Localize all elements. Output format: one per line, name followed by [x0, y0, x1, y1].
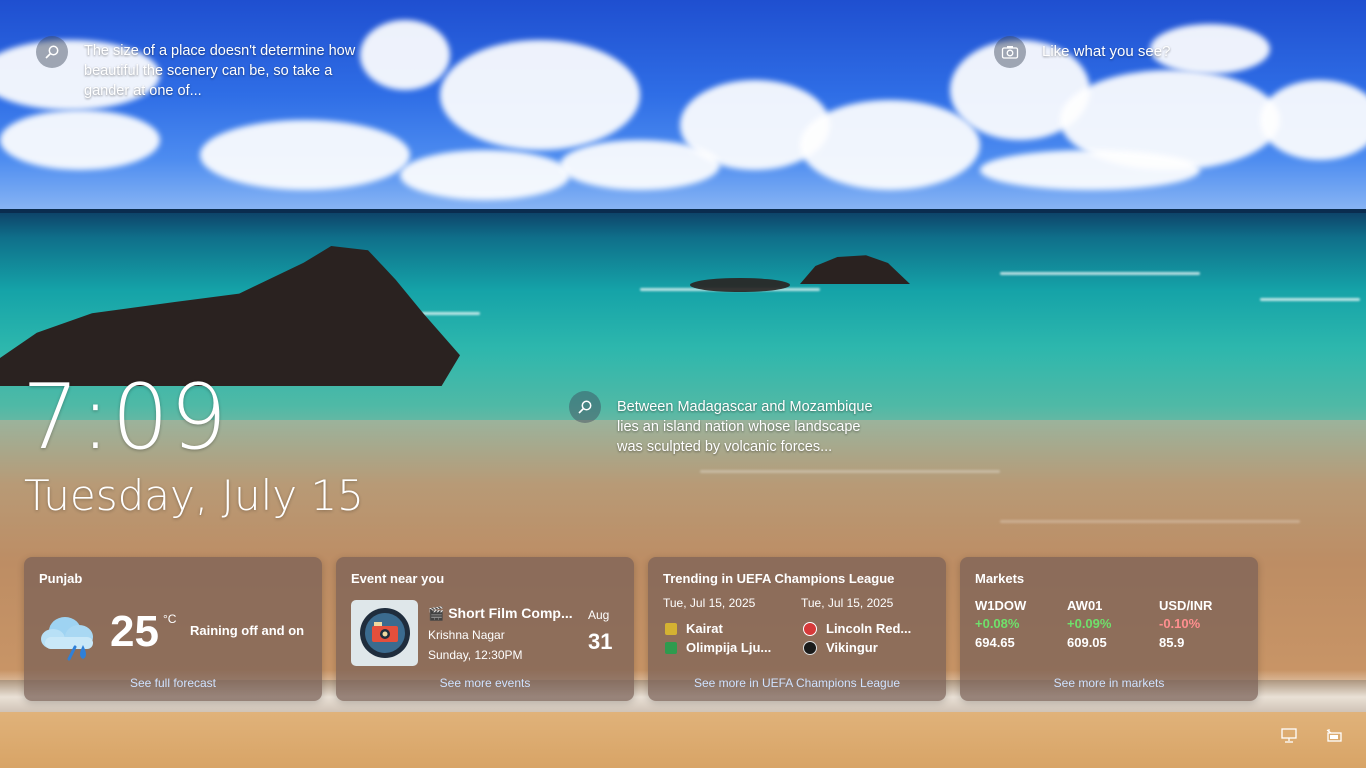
spotlight-tip-2[interactable]: Between Madagascar and Mozambique lies a… — [617, 397, 887, 457]
camera-icon[interactable] — [994, 36, 1026, 68]
market-item[interactable]: USD/INR -0.10% 85.9 — [1159, 597, 1212, 652]
clock-time: 7:09 — [22, 365, 229, 470]
weather-temperature: 25 — [110, 607, 159, 656]
event-time: Sunday, 12:30PM — [428, 648, 523, 662]
market-symbol: W1DOW — [975, 598, 1027, 613]
market-change: +0.08% — [975, 616, 1020, 631]
see-more-uefa-link[interactable]: See more in UEFA Champions League — [648, 676, 946, 690]
team-name: Vikingur — [826, 640, 878, 655]
lincoln-badge-icon — [803, 621, 817, 636]
event-month: Aug — [588, 608, 610, 622]
see-more-events-link[interactable]: See more events — [336, 676, 634, 690]
market-item[interactable]: AW01 +0.09% 609.05 — [1067, 597, 1111, 652]
sports-card-title: Trending in UEFA Champions League — [663, 571, 895, 586]
cloud — [800, 100, 980, 190]
sports-card[interactable]: Trending in UEFA Champions League Tue, J… — [648, 557, 946, 701]
search-icon[interactable] — [569, 391, 601, 423]
event-name-text: Short Film Comp... — [448, 605, 573, 621]
wave — [1000, 272, 1200, 275]
clapperboard-icon: 🎬 — [428, 606, 445, 621]
event-location: Krishna Nagar — [428, 628, 505, 642]
market-item[interactable]: W1DOW +0.08% 694.65 — [975, 597, 1026, 652]
rock — [690, 278, 790, 292]
kairat-badge-icon — [665, 622, 677, 635]
wave — [700, 470, 1000, 473]
cloud — [980, 150, 1200, 190]
clock-date: Tuesday, July 15 — [24, 471, 364, 520]
sand — [0, 712, 1366, 768]
match-date: Tue, Jul 15, 2025 — [801, 596, 894, 610]
market-value: 85.9 — [1159, 635, 1185, 650]
wave — [1000, 520, 1300, 523]
cloud — [440, 40, 640, 150]
olimpija-badge-icon — [665, 641, 677, 654]
event-thumbnail — [351, 600, 418, 666]
spotlight-tip-1[interactable]: The size of a place doesn't determine ho… — [84, 41, 369, 101]
battery-icon[interactable] — [1325, 728, 1343, 744]
markets-card[interactable]: Markets W1DOW +0.08% 694.65 AW01 +0.09% … — [960, 557, 1258, 701]
match-date: Tue, Jul 15, 2025 — [663, 596, 756, 610]
see-full-forecast-link[interactable]: See full forecast — [24, 676, 322, 690]
wave — [1260, 298, 1360, 301]
markets-card-title: Markets — [975, 571, 1025, 586]
cloud — [200, 120, 410, 190]
rain-cloud-icon — [39, 607, 103, 661]
team-name: Lincoln Red... — [826, 621, 912, 636]
cloud — [560, 140, 720, 190]
team-row[interactable]: Kairat — [665, 621, 723, 636]
market-symbol: AW01 — [1067, 598, 1103, 613]
like-what-you-see[interactable]: Like what you see? — [1042, 43, 1170, 60]
team-row[interactable]: Lincoln Red... — [803, 621, 911, 636]
team-name: Olimpija Lju... — [686, 640, 772, 655]
horizon — [0, 209, 1366, 213]
vikingur-badge-icon — [803, 640, 817, 655]
weather-condition: Raining off and on — [190, 623, 305, 638]
team-row[interactable]: Vikingur — [803, 640, 878, 655]
wave — [420, 312, 480, 315]
team-row[interactable]: Olimpija Lju... — [665, 640, 771, 655]
cloud — [400, 150, 570, 200]
network-icon[interactable] — [1281, 728, 1299, 744]
weather-location: Punjab — [39, 571, 83, 586]
event-card[interactable]: Event near you 🎬 Short Film Comp... Krish… — [336, 557, 634, 701]
cloud — [360, 20, 450, 90]
weather-card[interactable]: Punjab 25 °C Raining off and on See full… — [24, 557, 322, 701]
see-more-markets-link[interactable]: See more in markets — [960, 676, 1258, 690]
market-symbol: USD/INR — [1159, 598, 1213, 613]
market-change: +0.09% — [1067, 616, 1112, 631]
event-name: 🎬 Short Film Comp... — [428, 605, 573, 622]
market-change: -0.10% — [1159, 616, 1201, 631]
market-value: 609.05 — [1067, 635, 1107, 650]
event-day: 31 — [588, 629, 613, 654]
weather-unit: °C — [163, 612, 177, 626]
team-name: Kairat — [686, 621, 723, 636]
event-card-title: Event near you — [351, 571, 445, 586]
market-value: 694.65 — [975, 635, 1015, 650]
search-icon[interactable] — [36, 36, 68, 68]
cloud — [0, 110, 160, 170]
